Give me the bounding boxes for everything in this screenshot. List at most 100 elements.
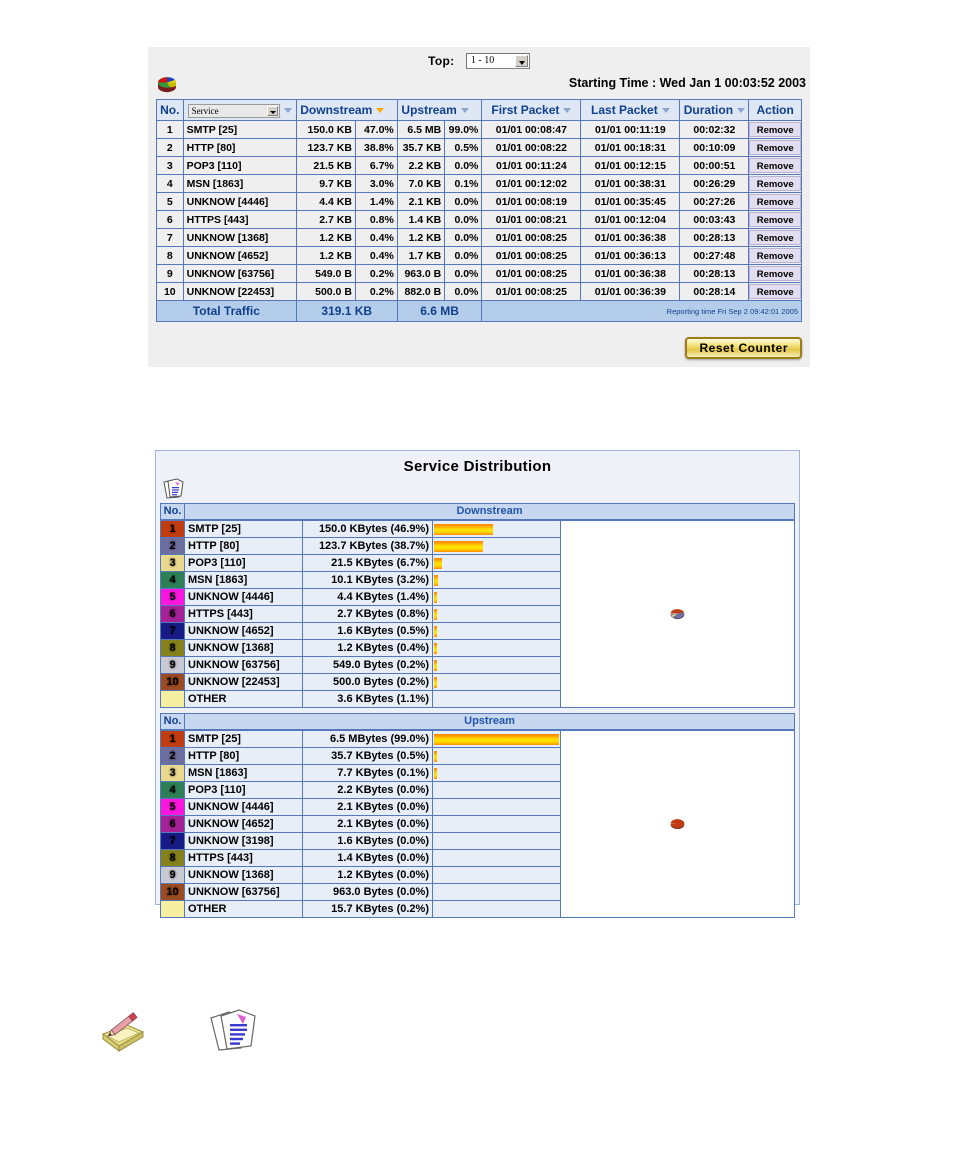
- value-bar-cell: [432, 639, 561, 657]
- cell-action: Remove: [748, 282, 802, 301]
- value-bar-cell: [432, 900, 561, 918]
- value-bar: [434, 767, 437, 779]
- note-pencil-icon: [101, 1012, 145, 1052]
- sort-arrow-icon[interactable]: [661, 108, 670, 114]
- cell-us: 963.0 B: [396, 264, 446, 283]
- chevron-down-icon[interactable]: [514, 54, 528, 67]
- cell-first: 01/01 00:11:24: [481, 156, 582, 175]
- col-last-packet[interactable]: Last Packet: [580, 99, 681, 121]
- clipboard-docs-icon: [210, 1009, 256, 1051]
- value-bar-cell: [432, 832, 561, 850]
- downstream-no-header: No.: [161, 504, 185, 519]
- remove-button[interactable]: Remove: [749, 176, 801, 191]
- col-duration-label: Duration: [683, 103, 734, 117]
- list-item: 1 SMTP [25] 6.5 MBytes (99.0%): [160, 730, 795, 918]
- sort-arrow-icon[interactable]: [460, 108, 469, 114]
- cell-usp: 0.0%: [444, 192, 483, 211]
- sort-arrow-icon[interactable]: [737, 108, 746, 114]
- cell-dsp: 1.4%: [354, 192, 398, 211]
- service-name: UNKNOW [4446]: [184, 588, 303, 606]
- service-name: POP3 [110]: [184, 554, 303, 572]
- col-duration[interactable]: Duration: [679, 99, 750, 121]
- remove-button[interactable]: Remove: [749, 122, 801, 137]
- table-row: 2 HTTP [80] 123.7 KB 38.8% 35.7 KB 0.5% 01/01 …: [156, 138, 802, 157]
- cell-ds: 123.7 KB: [295, 138, 356, 157]
- color-swatch: 2: [160, 747, 185, 765]
- cell-last: 01/01 00:11:19: [580, 120, 681, 139]
- cell-us: 1.4 KB: [396, 210, 446, 229]
- cell-us: 6.5 MB: [396, 120, 446, 139]
- cell-us: 2.1 KB: [396, 192, 446, 211]
- cell-action: Remove: [748, 264, 802, 283]
- col-downstream[interactable]: Downstream: [295, 99, 398, 121]
- remove-button[interactable]: Remove: [749, 266, 801, 281]
- service-value: 1.6 KBytes (0.0%): [302, 832, 433, 850]
- cell-first: 01/01 00:08:19: [481, 192, 582, 211]
- service-name: UNKNOW [63756]: [184, 883, 303, 901]
- documents-icon: [163, 478, 184, 499]
- cell-dsp: 0.2%: [354, 264, 398, 283]
- cell-no: 10: [156, 282, 184, 301]
- value-bar-cell: [432, 690, 561, 708]
- remove-button[interactable]: Remove: [749, 194, 801, 209]
- remove-button[interactable]: Remove: [749, 212, 801, 227]
- service-name: MSN [1863]: [184, 571, 303, 589]
- service-value: 1.6 KBytes (0.5%): [302, 622, 433, 640]
- col-first-packet[interactable]: First Packet: [481, 99, 582, 121]
- color-swatch: 4: [160, 781, 185, 799]
- value-bar-cell: [432, 764, 561, 782]
- color-swatch: [160, 690, 185, 708]
- cell-dsp: 47.0%: [354, 120, 398, 139]
- color-swatch: 10: [160, 673, 185, 691]
- color-swatch: 3: [160, 764, 185, 782]
- cell-ds: 21.5 KB: [295, 156, 356, 175]
- pie-chart-icon: [158, 77, 177, 93]
- remove-button[interactable]: Remove: [749, 248, 801, 263]
- upstream-title: Upstream: [464, 715, 515, 727]
- remove-button[interactable]: Remove: [749, 158, 801, 173]
- value-bar-cell: [432, 798, 561, 816]
- service-value: 4.4 KBytes (1.4%): [302, 588, 433, 606]
- col-service[interactable]: Service: [182, 99, 297, 121]
- service-name: UNKNOW [4446]: [184, 798, 303, 816]
- top-range-select[interactable]: 1 - 10: [465, 52, 530, 69]
- cell-no: 6: [156, 210, 184, 229]
- value-bar-cell: [432, 883, 561, 901]
- service-name: SMTP [25]: [184, 520, 303, 538]
- cell-dur: 00:26:29: [679, 174, 750, 193]
- color-swatch: 6: [160, 605, 185, 623]
- remove-button[interactable]: Remove: [749, 284, 801, 299]
- sort-arrow-icon[interactable]: [563, 108, 572, 114]
- sort-arrow-icon[interactable]: [376, 108, 385, 114]
- color-swatch: 8: [160, 639, 185, 657]
- service-value: 7.7 KBytes (0.1%): [302, 764, 433, 782]
- service-distribution-panel: Service Distribution No. Downstream 1 SMT…: [155, 450, 800, 918]
- downstream-table: 1 SMTP [25] 150.0 KBytes (46.9%) 2 HTTP [80]…: [160, 520, 795, 708]
- cell-no: 9: [156, 264, 184, 283]
- table-row: 3 POP3 [110] 21.5 KB 6.7% 2.2 KB 0.0% 01/01 00…: [156, 156, 802, 175]
- col-upstream[interactable]: Upstream: [396, 99, 483, 121]
- service-filter-select[interactable]: Service: [187, 103, 280, 118]
- remove-button[interactable]: Remove: [749, 230, 801, 245]
- cell-dsp: 0.8%: [354, 210, 398, 229]
- cell-us: 2.2 KB: [396, 156, 446, 175]
- value-bar: [434, 574, 438, 586]
- reset-counter-button[interactable]: Reset Counter: [685, 337, 802, 359]
- reset-counter-wrap: Reset Counter: [685, 337, 802, 359]
- service-name: UNKNOW [63756]: [184, 656, 303, 674]
- cell-us: 1.7 KB: [396, 246, 446, 265]
- remove-button[interactable]: Remove: [749, 140, 801, 155]
- cell-service: UNKNOW [4652]: [182, 246, 297, 265]
- table-row: 8 UNKNOW [4652] 1.2 KB 0.4% 1.7 KB 0.0% 01/01 …: [156, 246, 802, 265]
- cell-no: 1: [156, 120, 184, 139]
- color-swatch: 1: [160, 520, 185, 538]
- value-bar: [434, 557, 442, 569]
- cell-last: 01/01 00:36:13: [580, 246, 681, 265]
- sort-arrow-icon[interactable]: [283, 107, 292, 113]
- cell-usp: 99.0%: [444, 120, 483, 139]
- service-name: UNKNOW [1368]: [184, 866, 303, 884]
- chevron-down-icon[interactable]: [266, 105, 278, 116]
- cell-dur: 00:10:09: [679, 138, 750, 157]
- value-bar: [434, 625, 437, 637]
- upstream-section-header: No. Upstream: [160, 713, 795, 730]
